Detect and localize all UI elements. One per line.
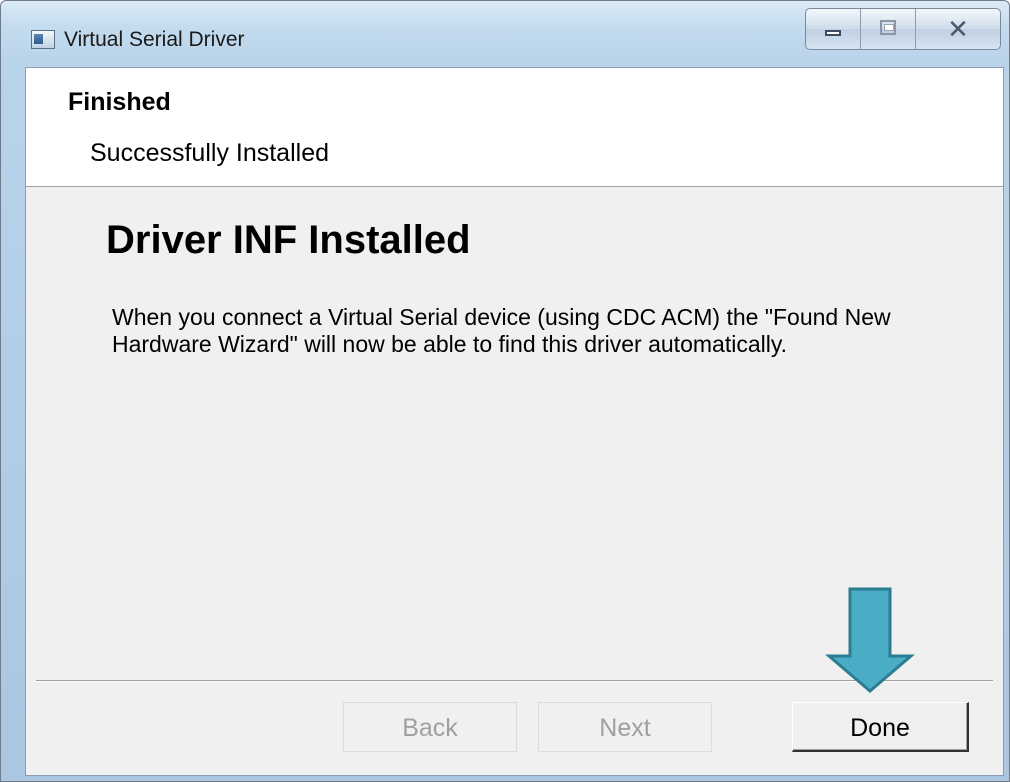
app-window: Virtual Serial Driver ✕ Finished Success…: [0, 0, 1010, 782]
minimize-button[interactable]: [806, 9, 861, 49]
maximize-button[interactable]: [861, 9, 916, 49]
done-button[interactable]: Done: [792, 702, 969, 752]
down-arrow-icon: [825, 587, 915, 693]
main-description: When you connect a Virtual Serial device…: [112, 304, 891, 357]
close-icon: ✕: [947, 14, 969, 44]
title-bar[interactable]: Virtual Serial Driver ✕: [1, 1, 1009, 65]
app-icon: [31, 30, 55, 49]
main-heading: Driver INF Installed: [106, 218, 471, 262]
next-button[interactable]: Next: [538, 702, 712, 752]
page-title: Finished: [68, 88, 171, 116]
back-button[interactable]: Back: [343, 702, 517, 752]
close-button[interactable]: ✕: [916, 9, 1000, 49]
window-title: Virtual Serial Driver: [64, 28, 245, 51]
caption-buttons: ✕: [805, 8, 1001, 50]
wizard-header: Finished Successfully Installed: [26, 68, 1003, 187]
page-subtitle: Successfully Installed: [90, 139, 330, 167]
